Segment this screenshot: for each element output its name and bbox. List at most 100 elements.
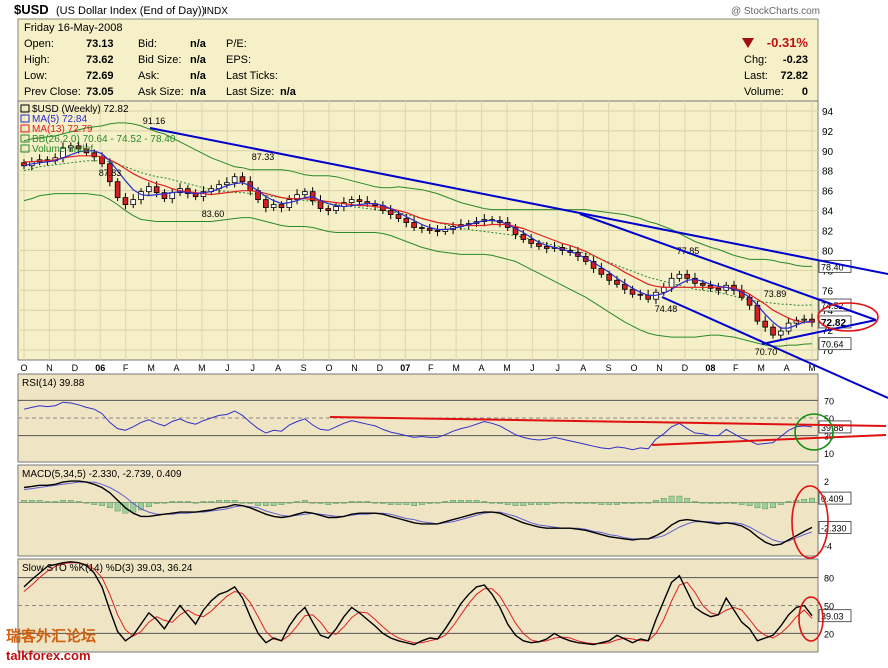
macd-histogram-bar bbox=[676, 495, 683, 503]
candle-body bbox=[606, 273, 612, 281]
macd-panel: -42MACD(5,34,5) -2.330, -2.739, 0.4090.4… bbox=[17, 464, 852, 557]
macd-histogram-bar bbox=[208, 501, 215, 503]
macd-histogram-bar bbox=[364, 501, 371, 503]
bid-label: Bid: bbox=[138, 38, 157, 50]
x-tick-J: J bbox=[225, 363, 230, 373]
price-panel: 70727476788082848688909294OND06FMAMJJASO… bbox=[17, 100, 852, 373]
macd-histogram-bar bbox=[379, 502, 386, 504]
macd-histogram-bar bbox=[551, 502, 558, 504]
candle-body bbox=[801, 318, 807, 321]
macd-histogram-bar bbox=[114, 502, 121, 512]
candle-body bbox=[660, 286, 667, 293]
x-tick-A: A bbox=[275, 363, 281, 373]
macd-histogram-bar bbox=[715, 502, 722, 504]
x-tick-N: N bbox=[351, 363, 358, 373]
candle-body bbox=[419, 227, 425, 229]
sto-y-tick-20: 20 bbox=[824, 629, 834, 639]
low-value: 72.69 bbox=[86, 70, 114, 82]
macd-histogram-bar bbox=[60, 500, 66, 503]
macd-histogram-bar bbox=[99, 502, 105, 506]
macd-histogram-bar bbox=[301, 500, 308, 503]
candle-body bbox=[614, 279, 620, 285]
candle-body bbox=[762, 320, 768, 328]
candle-body bbox=[411, 222, 417, 228]
candle-body bbox=[356, 199, 363, 203]
candle-body bbox=[684, 273, 690, 279]
macd-histogram-bar bbox=[106, 502, 113, 509]
macd-histogram-bar bbox=[777, 502, 784, 505]
macd-histogram-bar bbox=[270, 502, 277, 506]
price-y-tick-82: 82 bbox=[822, 227, 834, 238]
chg-label: Chg: bbox=[744, 54, 767, 66]
macd-histogram-bar bbox=[231, 500, 238, 503]
macd-histogram-bar bbox=[184, 501, 191, 503]
candle-body bbox=[668, 277, 675, 288]
eps-label: EPS: bbox=[226, 54, 251, 66]
candle-body bbox=[239, 176, 246, 183]
x-tick-O: O bbox=[20, 363, 27, 373]
legend-entry-4: Volume undef bbox=[32, 144, 93, 155]
volume-label: Volume: bbox=[744, 86, 784, 98]
x-tick-N: N bbox=[656, 363, 663, 373]
macd-histogram-bar bbox=[590, 502, 597, 504]
candle-body bbox=[403, 218, 410, 223]
macd-histogram-bar bbox=[543, 502, 550, 505]
candle-body bbox=[543, 246, 550, 249]
price-annotation-73.89: 73.89 bbox=[764, 289, 787, 299]
macd-histogram-bar bbox=[426, 502, 433, 504]
x-tick-F: F bbox=[428, 363, 434, 373]
high-label: High: bbox=[24, 54, 50, 66]
macd-histogram-bar bbox=[411, 502, 418, 506]
macd-histogram-bar bbox=[294, 501, 300, 503]
macd-histogram-bar bbox=[746, 502, 753, 506]
macd-histogram-bar bbox=[145, 502, 152, 507]
index-name-label: (US Dollar Index (End of Day)) bbox=[56, 5, 205, 17]
x-tick-06: 06 bbox=[95, 363, 105, 373]
change-percent: -0.31% bbox=[767, 35, 809, 50]
copyright-label: @ StockCharts.com bbox=[731, 6, 820, 17]
macd-histogram-bar bbox=[575, 502, 581, 504]
x-tick-O: O bbox=[326, 363, 333, 373]
x-tick-S: S bbox=[301, 363, 307, 373]
low-label: Low: bbox=[24, 70, 47, 82]
rsi-y-tick-70: 70 bbox=[824, 396, 834, 406]
x-tick-D: D bbox=[682, 363, 689, 373]
macd-histogram-bar bbox=[450, 500, 457, 503]
macd-histogram-bar bbox=[497, 502, 503, 504]
macd-histogram-bar bbox=[801, 499, 808, 503]
candle-body bbox=[348, 199, 355, 204]
price-annotation-74.48: 74.48 bbox=[655, 304, 678, 314]
x-tick-F: F bbox=[123, 363, 129, 373]
candle-body bbox=[138, 191, 144, 201]
macd-histogram-bar bbox=[403, 502, 410, 505]
x-tick-08: 08 bbox=[705, 363, 715, 373]
macd-histogram-bar bbox=[44, 501, 51, 503]
candle-body bbox=[715, 287, 722, 291]
macd-histogram-bar bbox=[567, 502, 574, 504]
sto-panel: 2080Slow STO %K(14) %D(3) 39.03, 36.2450… bbox=[17, 558, 852, 653]
macd-histogram-bar bbox=[614, 502, 620, 505]
ask-value: n/a bbox=[190, 70, 207, 82]
candle-body bbox=[520, 234, 527, 240]
candle-body bbox=[169, 192, 176, 200]
x-tick-M: M bbox=[198, 363, 206, 373]
x-tick-M: M bbox=[757, 363, 765, 373]
macd-histogram-bar bbox=[606, 502, 613, 505]
macd-histogram-bar bbox=[754, 502, 761, 509]
macd-histogram-bar bbox=[434, 502, 441, 504]
candle-body bbox=[325, 208, 332, 211]
x-tick-M: M bbox=[503, 363, 511, 373]
macd-histogram-bar bbox=[762, 502, 769, 510]
x-tick-D: D bbox=[72, 363, 79, 373]
macd-histogram-bar bbox=[458, 500, 464, 503]
bid-size-value: n/a bbox=[190, 54, 207, 66]
macd-histogram-bar bbox=[668, 495, 675, 503]
macd-histogram-bar bbox=[528, 502, 535, 505]
macd-histogram-bar bbox=[395, 502, 402, 505]
macd-histogram-bar bbox=[239, 502, 246, 504]
price-y-tick-88: 88 bbox=[822, 167, 834, 178]
macd-histogram-bar bbox=[348, 501, 355, 503]
candle-body bbox=[699, 282, 706, 286]
ask-label: Ask: bbox=[138, 70, 159, 82]
macd-histogram-bar bbox=[473, 500, 480, 503]
